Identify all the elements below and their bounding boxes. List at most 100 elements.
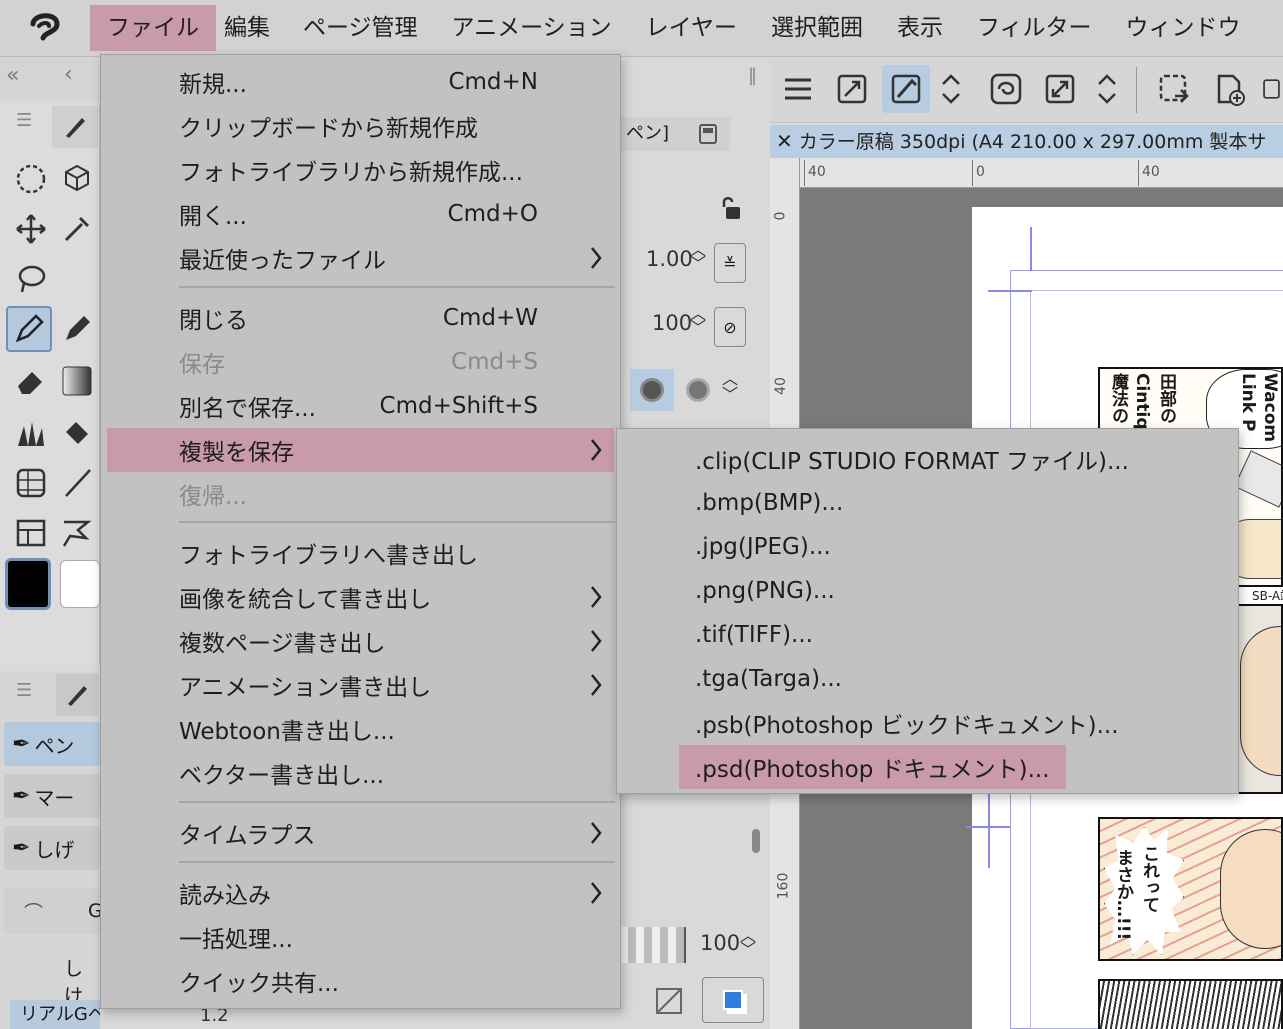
pencil-tool-icon[interactable]	[54, 306, 100, 352]
menu-item-new-from-clipboard[interactable]: クリップボードから新規作成	[107, 104, 614, 148]
menu-animation[interactable]: アニメーション	[435, 5, 629, 51]
decoration-icon[interactable]	[8, 410, 54, 456]
character-face	[1240, 626, 1281, 776]
submenu-item-psd[interactable]: .psd(Photoshop ドキュメント)...	[679, 745, 1066, 789]
lock-icon[interactable]	[718, 195, 742, 225]
palette-menu-icon[interactable]: ☰	[16, 110, 32, 131]
panel-grip-icon[interactable]: ‖	[748, 65, 757, 86]
menu-item-timelapse[interactable]: タイムラプス	[107, 811, 614, 855]
chevron-updown-icon[interactable]	[1092, 65, 1122, 113]
menu-item-quick-share[interactable]: クイック共有...	[107, 959, 614, 1003]
left-panel-header: « ‹	[0, 57, 100, 99]
subtool-pen-tab-icon[interactable]	[56, 674, 98, 716]
lasso-icon[interactable]	[8, 256, 54, 302]
menu-item-shortcut: Cmd+N	[448, 69, 538, 95]
menu-icon[interactable]	[774, 65, 822, 113]
menu-item-new[interactable]: 新規... Cmd+N	[107, 60, 614, 104]
back-icon[interactable]: ‹	[64, 62, 73, 87]
menu-file[interactable]: ファイル	[90, 5, 216, 51]
eyedropper-icon[interactable]	[54, 206, 100, 252]
document-icon[interactable]	[1260, 65, 1283, 113]
menu-item-open[interactable]: 開く... Cmd+O	[107, 192, 614, 236]
pen-tool-icon[interactable]	[6, 306, 52, 352]
menu-item-export-photo-library[interactable]: フォトライブラリへ書き出し	[107, 531, 614, 575]
submenu-item-tif[interactable]: .tif(TIFF)...	[679, 613, 829, 657]
opacity-toggle[interactable]: ⊘	[714, 307, 746, 347]
menu-item-close[interactable]: 閉じる Cmd+W	[107, 296, 614, 340]
ruler-panel-icon[interactable]	[8, 510, 54, 556]
brush-shape-stepper[interactable]: ︿ ﹀	[722, 371, 738, 403]
bottom-opacity-slider[interactable]	[620, 927, 686, 963]
subtool-item[interactable]: ✒ しげ	[4, 826, 100, 870]
tool-property-icon[interactable]	[686, 117, 730, 151]
line-icon[interactable]	[54, 460, 100, 506]
menu-filter[interactable]: フィルター	[960, 5, 1109, 51]
new-layer-icon[interactable]	[1206, 65, 1254, 113]
move-icon[interactable]	[8, 206, 54, 252]
menu-page-management[interactable]: ページ管理	[286, 5, 435, 51]
main-color-swatch[interactable]	[5, 558, 51, 610]
eraser-icon[interactable]	[8, 358, 54, 404]
app-logo-icon[interactable]	[0, 0, 90, 57]
gradient-icon[interactable]	[54, 358, 100, 404]
chevron-right-icon	[588, 627, 604, 661]
brush-shape-option[interactable]	[676, 369, 720, 411]
3d-object-icon[interactable]	[54, 156, 100, 202]
zoom-fit-icon[interactable]	[1036, 65, 1084, 113]
collapse-left-icon[interactable]: «	[6, 63, 19, 88]
balloon-icon[interactable]	[54, 510, 100, 556]
menu-item-export-flattened[interactable]: 画像を統合して書き出し	[107, 575, 614, 619]
subtool-menu-icon[interactable]: ☰	[16, 680, 32, 701]
subtool-item[interactable]: ✒ マー	[4, 774, 100, 818]
pen-tab-icon[interactable]	[52, 106, 98, 148]
document-tab[interactable]: ✕ カラー原稿 350dpi (A4 210.00 x 297.00mm 製本サ	[770, 125, 1283, 158]
menu-edit[interactable]: 編集	[216, 5, 286, 51]
menu-item-export-animation[interactable]: アニメーション書き出し	[107, 663, 614, 707]
brush-size-value[interactable]: 1.00	[646, 247, 693, 271]
tool-property-tab[interactable]: ペン]	[620, 117, 688, 151]
menu-item-export-vector[interactable]: ベクター書き出し...	[107, 751, 614, 795]
rotate-icon[interactable]	[982, 65, 1030, 113]
menu-item-save[interactable]: 保存 Cmd+S	[107, 340, 614, 384]
opacity-value[interactable]: 100	[652, 311, 692, 335]
opacity-stepper[interactable]: ︿ ﹀	[690, 306, 706, 336]
brush-shape-selected[interactable]	[630, 369, 674, 411]
menu-layer[interactable]: レイヤー	[629, 5, 754, 51]
bottom-opacity-stepper[interactable]: ︿ ﹀	[740, 928, 756, 958]
menu-item-import[interactable]: 読み込み	[107, 871, 614, 915]
color-mode-button[interactable]	[702, 977, 764, 1023]
comic-panel: これって まさか…!!!	[1098, 817, 1283, 961]
submenu-item-psb[interactable]: .psb(Photoshop ビックドキュメント)...	[679, 701, 1135, 745]
brush-size-stepper[interactable]: ︿ ﹀	[690, 242, 706, 272]
chevron-updown-icon[interactable]	[936, 65, 966, 113]
menu-window[interactable]: ウィンドウ	[1109, 5, 1258, 51]
submenu-item-bmp[interactable]: .bmp(BMP)...	[679, 481, 859, 525]
blend-mode-button[interactable]	[644, 979, 694, 1023]
lasso-select-icon[interactable]	[8, 156, 54, 202]
menu-selection[interactable]: 選択範囲	[754, 5, 880, 51]
pen-pressure-icon[interactable]	[882, 65, 930, 113]
sub-color-swatch[interactable]	[60, 560, 100, 608]
menu-item-export-multiple-pages[interactable]: 複数ページ書き出し	[107, 619, 614, 663]
close-icon[interactable]: ✕	[776, 129, 793, 153]
fill-icon[interactable]	[54, 410, 100, 456]
submenu-item-clip[interactable]: .clip(CLIP STUDIO FORMAT ファイル)...	[679, 437, 1145, 481]
submenu-item-jpg[interactable]: .jpg(JPEG)...	[679, 525, 847, 569]
menu-item-save-copy[interactable]: 複製を保存	[107, 428, 614, 472]
menu-item-new-from-photo-library[interactable]: フォトライブラリから新規作成...	[107, 148, 614, 192]
subtool-item[interactable]: ✒ ペン	[4, 722, 100, 766]
fit-screen-icon[interactable]	[828, 65, 876, 113]
transform-selection-icon[interactable]	[1150, 65, 1198, 113]
menu-view[interactable]: 表示	[880, 5, 960, 51]
menu-item-batch-process[interactable]: 一括処理...	[107, 915, 614, 959]
brush-size-toggle[interactable]: ≚	[714, 243, 746, 283]
menu-item-export-webtoon[interactable]: Webtoon書き出し...	[107, 707, 614, 751]
menu-item-save-as[interactable]: 別名で保存... Cmd+Shift+S	[107, 384, 614, 428]
panel-scrollbar[interactable]	[752, 829, 760, 853]
menu-item-recent-files[interactable]: 最近使ったファイル	[107, 236, 614, 280]
submenu-item-tga[interactable]: .tga(Targa)...	[679, 657, 858, 701]
bottom-opacity-value[interactable]: 100	[700, 931, 740, 955]
frame-border-icon[interactable]	[8, 460, 54, 506]
submenu-item-png[interactable]: .png(PNG)...	[679, 569, 851, 613]
menu-item-revert[interactable]: 復帰...	[107, 472, 614, 516]
